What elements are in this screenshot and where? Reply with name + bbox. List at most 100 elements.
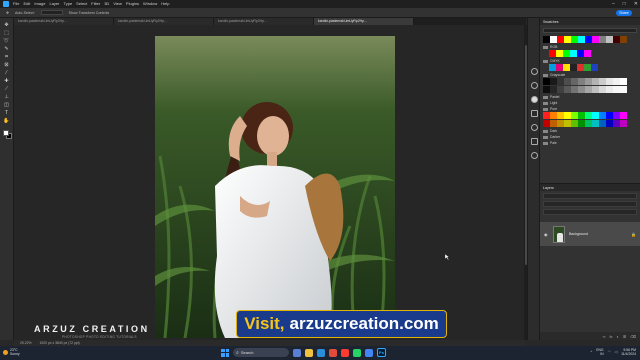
lock-fill-bar[interactable]	[543, 209, 637, 215]
color-swatch[interactable]	[585, 36, 592, 43]
store-icon[interactable]	[329, 348, 337, 357]
healing-brush-icon[interactable]: ✚	[3, 78, 10, 84]
swatch-folder[interactable]: Light	[543, 101, 637, 105]
color-swatch[interactable]	[543, 112, 550, 119]
color-swatch[interactable]	[571, 86, 578, 93]
gradients-icon[interactable]	[531, 152, 538, 159]
taskbar-search[interactable]: ⌕ Search	[233, 348, 289, 357]
color-swatch[interactable]	[592, 86, 599, 93]
color-swatch[interactable]	[577, 64, 584, 71]
chevron-up-icon[interactable]: ^	[591, 350, 593, 354]
document-photo[interactable]	[155, 36, 395, 338]
color-swatch[interactable]	[543, 86, 550, 93]
color-swatch[interactable]	[550, 120, 557, 127]
menu-view[interactable]: View	[113, 0, 122, 8]
canvas-area[interactable]	[14, 25, 526, 340]
color-icon[interactable]	[531, 96, 538, 103]
color-swatch[interactable]	[606, 86, 613, 93]
color-swatch[interactable]	[577, 50, 584, 57]
swatch-folder[interactable]: Pure	[543, 107, 637, 111]
color-swatch[interactable]	[584, 50, 591, 57]
color-swatch[interactable]	[550, 78, 557, 85]
color-swatch[interactable]	[571, 112, 578, 119]
brush-tool-icon[interactable]: ⟋	[3, 86, 10, 92]
color-swatch[interactable]	[613, 120, 620, 127]
eye-icon[interactable]: ◉	[544, 232, 549, 237]
photoshop-taskbar-icon[interactable]: Ps	[377, 348, 386, 357]
color-swatch[interactable]	[599, 120, 606, 127]
color-swatch[interactable]	[592, 78, 599, 85]
color-swatch[interactable]	[599, 86, 606, 93]
color-swatch[interactable]	[592, 36, 599, 43]
lock-icon[interactable]: 🔒	[631, 232, 636, 237]
type-tool-icon[interactable]: T	[3, 110, 10, 116]
color-swatch[interactable]	[543, 78, 550, 85]
swatch-folder[interactable]: Dark	[543, 129, 637, 133]
show-transform-checkbox[interactable]: Show Transform Controls	[69, 11, 110, 15]
color-swatch[interactable]	[613, 112, 620, 119]
menu-filter[interactable]: Filter	[91, 0, 100, 8]
color-swatch[interactable]	[592, 120, 599, 127]
color-swatch[interactable]	[578, 78, 585, 85]
crop-tool-icon[interactable]: ⌗	[3, 54, 10, 60]
color-swatch[interactable]	[564, 86, 571, 93]
color-swatch[interactable]	[557, 78, 564, 85]
frame-tool-icon[interactable]: ⊠	[3, 62, 10, 68]
color-swatch[interactable]	[563, 50, 570, 57]
color-swatch[interactable]	[549, 64, 556, 71]
color-swatch[interactable]	[578, 86, 585, 93]
swatch-folder[interactable]: Grayscale	[543, 73, 637, 77]
color-swatch[interactable]	[620, 36, 627, 43]
color-swatch[interactable]	[592, 112, 599, 119]
color-swatch[interactable]	[564, 120, 571, 127]
document-tab[interactable]: karolin-pastemaki-lmUyRp2Hp...	[214, 18, 314, 25]
menu-image[interactable]: Image	[34, 0, 45, 8]
eyedropper-tool-icon[interactable]: ⁄	[3, 70, 10, 76]
layer-name[interactable]: Background	[569, 232, 588, 236]
lasso-tool-icon[interactable]: ➰	[3, 38, 10, 44]
menu-file[interactable]: File	[13, 0, 19, 8]
document-tab-active[interactable]: karolin-pastemaki-lmUyRp2Hp...	[314, 18, 414, 25]
clock[interactable]: 9:56 PM 11/4/2024	[621, 348, 636, 356]
color-swatch[interactable]	[578, 120, 585, 127]
layer-row-background[interactable]: ◉ Background 🔒	[540, 222, 640, 246]
color-swatch[interactable]	[599, 36, 606, 43]
zoom-level[interactable]: 25.22%	[20, 341, 32, 345]
color-swatch[interactable]	[571, 120, 578, 127]
layer-filter-bar[interactable]	[543, 193, 637, 199]
language-indicator[interactable]: ENG IN	[596, 348, 603, 356]
swatches-search-input[interactable]	[543, 28, 637, 33]
minimize-icon[interactable]: –	[612, 0, 615, 8]
document-tab[interactable]: karolin-pastemaki-lmUyRp2Hp...	[14, 18, 114, 25]
color-swatch[interactable]	[557, 86, 564, 93]
windows-start-icon[interactable]	[221, 348, 229, 357]
menu-window[interactable]: Window	[143, 0, 157, 8]
hand-tool-icon[interactable]: ✋	[3, 118, 10, 124]
color-swatch[interactable]	[585, 120, 592, 127]
color-swatch[interactable]	[606, 36, 613, 43]
swatch-folder[interactable]: Pale	[543, 141, 637, 145]
edge-icon[interactable]	[317, 348, 325, 357]
color-swatch[interactable]	[591, 64, 598, 71]
color-swatch[interactable]	[578, 36, 585, 43]
color-swatch[interactable]	[585, 86, 592, 93]
color-swatch[interactable]	[557, 120, 564, 127]
chrome-icon[interactable]	[365, 348, 373, 357]
clone-stamp-icon[interactable]: ⊥	[3, 94, 10, 100]
color-swatch[interactable]	[550, 112, 557, 119]
volume-icon[interactable]: ◁	[615, 350, 618, 354]
color-swatch[interactable]	[620, 120, 627, 127]
maximize-icon[interactable]: □	[623, 0, 626, 8]
color-swatch[interactable]	[613, 86, 620, 93]
weather-widget[interactable]: 23°C Sunny	[3, 348, 20, 356]
color-swatch[interactable]	[550, 36, 557, 43]
color-swatch[interactable]	[564, 78, 571, 85]
swatch-folder[interactable]: RGB	[543, 45, 637, 49]
color-swatch[interactable]	[620, 86, 627, 93]
color-swatch[interactable]	[543, 120, 550, 127]
color-swatch[interactable]	[563, 64, 570, 71]
color-swatch[interactable]	[570, 50, 577, 57]
document-tab[interactable]: karolin-pastemaki-lmUyRp2Hp...	[114, 18, 214, 25]
blend-mode-select[interactable]	[543, 201, 637, 207]
link-icon[interactable]: ∞	[603, 334, 606, 339]
